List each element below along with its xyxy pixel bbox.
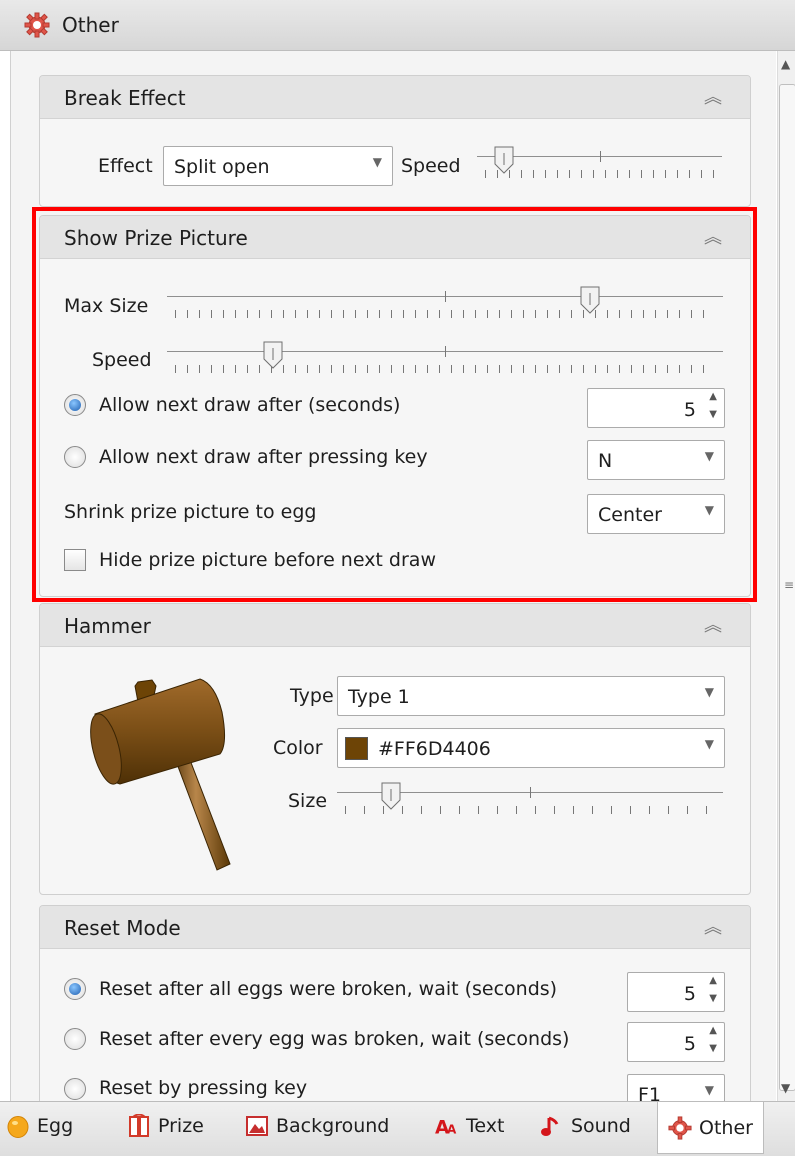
group-title: Reset Mode	[64, 916, 181, 940]
color-swatch	[345, 737, 368, 760]
reset-mode-group: Reset Mode ︽ Reset after all eggs were b…	[39, 905, 751, 1117]
speed-label: Speed	[401, 155, 461, 177]
reset-every-egg-seconds-input[interactable]: 5 ▲ ▼	[627, 1022, 725, 1062]
chevron-down-icon: ▼	[704, 1083, 714, 1097]
tab-egg[interactable]: Egg	[6, 1114, 73, 1138]
collapse-chevron-icon[interactable]: ︽	[704, 83, 722, 109]
tab-label: Text	[466, 1115, 505, 1137]
background-icon	[246, 1116, 268, 1136]
sound-icon	[541, 1116, 559, 1136]
seconds-value: 5	[683, 1033, 696, 1055]
group-header[interactable]: Break Effect ︽	[40, 76, 750, 119]
reset-every-egg-radio[interactable]	[64, 1028, 86, 1050]
tab-label: Sound	[571, 1115, 631, 1137]
highlight-box	[32, 207, 757, 602]
collapse-chevron-icon[interactable]: ︽	[704, 913, 722, 939]
hammer-size-slider[interactable]	[337, 782, 723, 818]
tab-label: Other	[699, 1116, 753, 1139]
tab-other[interactable]: Other	[657, 1102, 764, 1154]
reset-by-key-label: Reset by pressing key	[99, 1077, 308, 1099]
tab-label: Prize	[158, 1115, 204, 1137]
gear-icon	[668, 1115, 692, 1140]
gear-icon	[24, 12, 50, 38]
chevron-down-icon: ▼	[704, 685, 714, 699]
spin-up-icon[interactable]: ▲	[709, 1025, 717, 1036]
seconds-value: 5	[683, 983, 696, 1005]
hammer-type-value: Type 1	[348, 686, 410, 708]
effect-label: Effect	[98, 155, 153, 177]
egg-icon	[7, 1116, 29, 1138]
reset-all-eggs-radio[interactable]	[64, 978, 86, 1000]
collapse-chevron-icon[interactable]: ︽	[704, 611, 722, 637]
reset-all-eggs-label: Reset after all eggs were broken, wait (…	[99, 978, 558, 1000]
scroll-up-arrow-icon[interactable]: ▲	[781, 57, 790, 71]
reset-by-key-radio[interactable]	[64, 1078, 86, 1100]
svg-text:A: A	[447, 1122, 457, 1136]
hammer-type-dropdown[interactable]: Type 1 ▼	[337, 676, 725, 716]
grip-icon: ≡	[784, 578, 795, 592]
effect-dropdown[interactable]: Split open ▼	[163, 146, 393, 186]
break-effect-group: Break Effect ︽ Effect Split open ▼ Speed	[39, 75, 751, 207]
text-icon: AA	[435, 1117, 457, 1138]
break-speed-slider[interactable]	[477, 146, 722, 182]
tab-label: Egg	[37, 1115, 74, 1137]
scrollbar-thumb[interactable]: ≡	[779, 84, 795, 1091]
group-title: Hammer	[64, 614, 151, 638]
slider-thumb[interactable]	[381, 782, 401, 810]
bottom-tab-bar: Egg Prize Background AA Text Sound Other	[0, 1101, 795, 1156]
hammer-group: Hammer ︽ Type Type 1 ▼ Color #FF6D4406 ▼…	[39, 603, 751, 895]
group-header[interactable]: Reset Mode ︽	[40, 906, 750, 949]
panel-header: Other	[0, 0, 795, 51]
size-label: Size	[288, 790, 328, 812]
chevron-down-icon: ▼	[372, 155, 382, 169]
color-label: Color	[273, 737, 323, 759]
tab-background[interactable]: Background	[245, 1114, 389, 1138]
spin-down-icon[interactable]: ▼	[709, 1043, 717, 1054]
tab-prize[interactable]: Prize	[127, 1114, 204, 1138]
reset-every-egg-label: Reset after every egg was broken, wait (…	[99, 1028, 570, 1050]
spin-down-icon[interactable]: ▼	[709, 993, 717, 1004]
tab-sound[interactable]: Sound	[540, 1114, 631, 1138]
group-title: Break Effect	[64, 86, 186, 110]
hammer-color-dropdown[interactable]: #FF6D4406 ▼	[337, 728, 725, 768]
slider-thumb[interactable]	[494, 146, 514, 174]
type-label: Type	[290, 685, 334, 707]
spin-up-icon[interactable]: ▲	[709, 975, 717, 986]
scroll-down-arrow-icon[interactable]: ▼	[781, 1081, 790, 1095]
group-header[interactable]: Hammer ︽	[40, 604, 750, 647]
prize-icon	[129, 1114, 149, 1137]
chevron-down-icon: ▼	[704, 737, 714, 751]
reset-all-eggs-seconds-input[interactable]: 5 ▲ ▼	[627, 972, 725, 1012]
hammer-preview-icon	[90, 678, 231, 871]
vertical-scrollbar[interactable]: ▲ ≡ ▼	[777, 51, 795, 1101]
effect-dropdown-value: Split open	[174, 156, 270, 178]
tab-text[interactable]: AA Text	[435, 1114, 504, 1138]
hammer-color-value: #FF6D4406	[378, 738, 491, 760]
panel-title: Other	[62, 13, 119, 37]
tab-label: Background	[276, 1115, 390, 1137]
